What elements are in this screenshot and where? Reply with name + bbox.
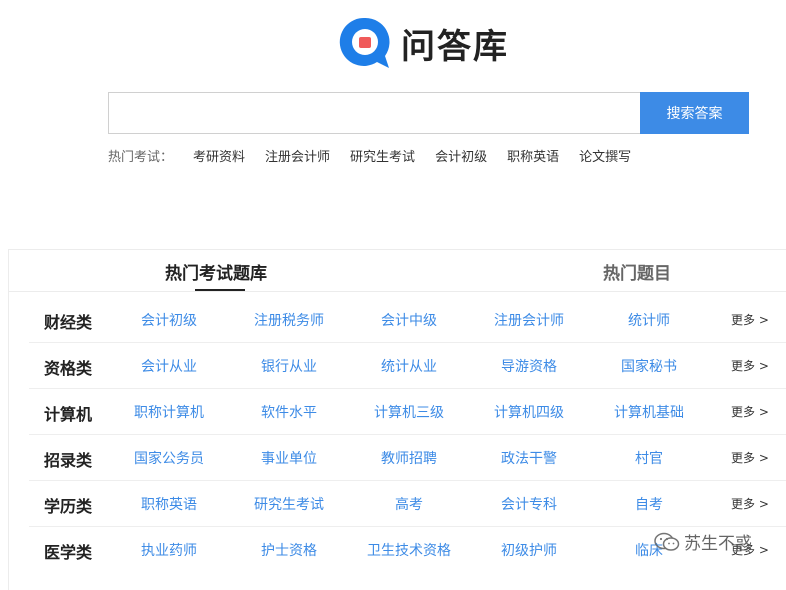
hot-exam-link[interactable]: 注册会计师 [265,146,330,165]
search-input[interactable] [108,92,640,134]
hot-exam-link[interactable]: 会计初级 [435,146,487,165]
watermark: 苏生不惑 [654,529,752,554]
category-row-qualification: 资格类 会计从业 银行从业 统计从业 导游资格 国家秘书 更多 > [29,343,786,389]
search-button[interactable]: 搜索答案 [640,92,749,134]
category-link[interactable]: 注册会计师 [469,310,589,330]
category-link[interactable]: 教师招聘 [349,448,469,468]
category-link[interactable]: 计算机四级 [469,402,589,422]
watermark-text: 苏生不惑 [684,534,752,554]
category-row-education: 学历类 职称英语 研究生考试 高考 会计专科 自考 更多 > [29,481,786,527]
category-link[interactable]: 会计中级 [349,310,469,330]
category-link[interactable]: 护士资格 [229,540,349,560]
category-link[interactable]: 会计初级 [109,310,229,330]
category-title: 资格类 [44,359,93,378]
category-row-recruitment: 招录类 国家公务员 事业单位 教师招聘 政法干警 村官 更多 > [29,435,786,481]
category-link[interactable]: 职称英语 [109,494,229,514]
category-link[interactable]: 银行从业 [229,356,349,376]
category-title: 医学类 [44,543,93,562]
category-link[interactable]: 计算机三级 [349,402,469,422]
category-row-computer: 计算机 职称计算机 软件水平 计算机三级 计算机四级 计算机基础 更多 > [29,389,786,435]
q-logo-icon [339,17,390,68]
category-link[interactable]: 导游资格 [469,356,589,376]
more-link[interactable]: 更多 > [731,495,769,512]
category-link[interactable]: 初级护师 [469,540,589,560]
more-link[interactable]: 更多 > [731,311,769,328]
panel-tabs: 热门考试题库 热门题目 [9,250,786,292]
category-title: 计算机 [44,405,93,424]
category-link[interactable]: 会计从业 [109,356,229,376]
active-tab-indicator [195,289,245,291]
brand-name: 问答库 [401,26,509,67]
category-link[interactable]: 高考 [349,494,469,514]
category-link[interactable]: 统计从业 [349,356,469,376]
category-link[interactable]: 国家公务员 [109,448,229,468]
hot-exam-link[interactable]: 职称英语 [507,146,559,165]
category-link[interactable]: 政法干警 [469,448,589,468]
search-bar: 搜索答案 [108,92,749,134]
category-link[interactable]: 自考 [589,494,709,514]
more-link[interactable]: 更多 > [731,449,769,466]
category-link[interactable]: 事业单位 [229,448,349,468]
category-title: 学历类 [44,497,93,516]
category-link[interactable]: 会计专科 [469,494,589,514]
category-link[interactable]: 国家秘书 [589,356,709,376]
category-link[interactable]: 研究生考试 [229,494,349,514]
more-link[interactable]: 更多 > [731,403,769,420]
more-link[interactable]: 更多 > [731,357,769,374]
category-link[interactable]: 卫生技术资格 [349,540,469,560]
hot-exam-link[interactable]: 考研资料 [193,146,245,165]
hot-exam-link[interactable]: 研究生考试 [350,146,415,165]
category-link[interactable]: 职称计算机 [109,402,229,422]
category-title: 招录类 [44,451,93,470]
category-link[interactable]: 执业药师 [109,540,229,560]
tab-hot-exam-banks[interactable]: 热门考试题库 [165,259,267,284]
wechat-icon [654,532,680,551]
category-link[interactable]: 计算机基础 [589,402,709,422]
category-link[interactable]: 统计师 [589,310,709,330]
site-logo[interactable]: 问答库 [337,14,509,72]
hot-exams-label: 热门考试： [108,150,174,165]
hot-exams-bar: 热门考试： 考研资料 注册会计师 研究生考试 会计初级 职称英语 论文撰写 [108,146,651,165]
category-link[interactable]: 村官 [589,448,709,468]
category-link[interactable]: 注册税务师 [229,310,349,330]
category-row-finance: 财经类 会计初级 注册税务师 会计中级 注册会计师 统计师 更多 > [29,297,786,343]
category-link[interactable]: 软件水平 [229,402,349,422]
tab-hot-questions[interactable]: 热门题目 [603,259,671,284]
hot-exam-link[interactable]: 论文撰写 [579,146,631,165]
category-title: 财经类 [44,313,93,332]
